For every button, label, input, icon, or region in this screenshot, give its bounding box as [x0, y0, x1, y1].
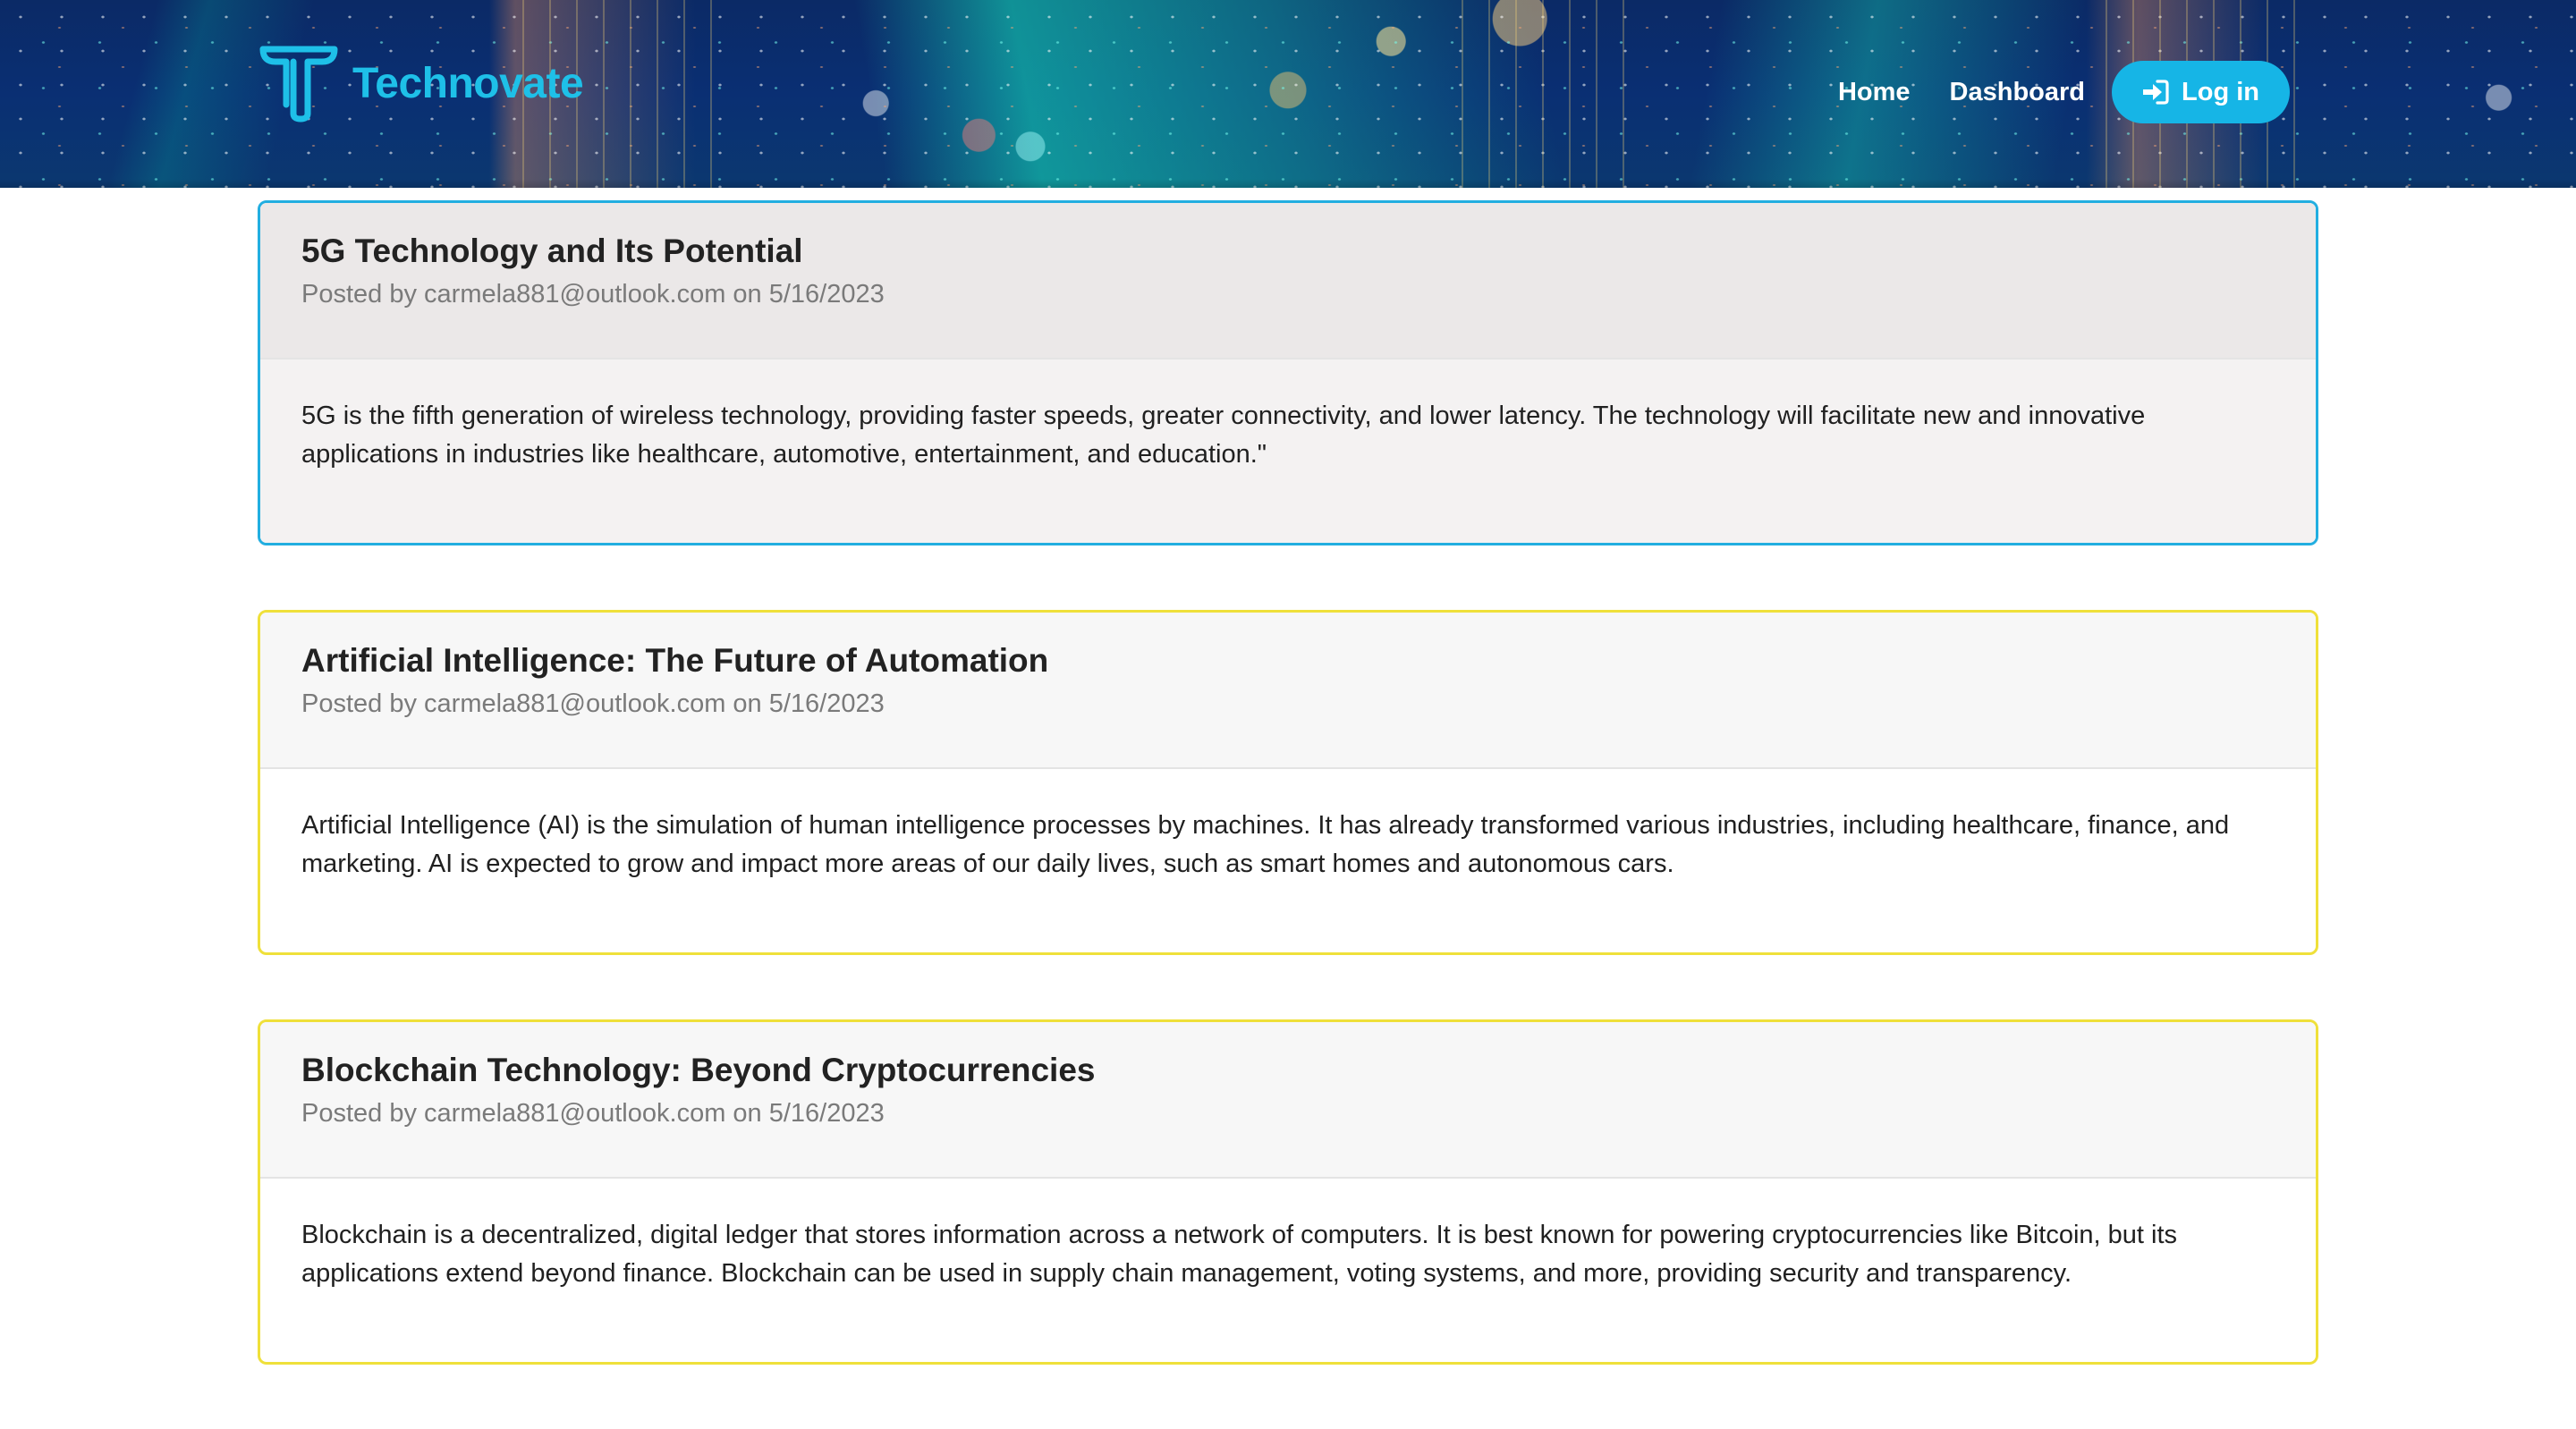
nav-home-link[interactable]: Home [1838, 78, 1911, 107]
post-card[interactable]: 5G Technology and Its Potential Posted b… [258, 200, 2318, 545]
post-meta: Posted by carmela881@outlook.com on 5/16… [301, 689, 885, 718]
t-logo-icon [259, 46, 338, 123]
main-nav: Home Dashboard Log in [1838, 61, 2290, 123]
post-meta: Posted by carmela881@outlook.com on 5/16… [301, 280, 885, 309]
post-title[interactable]: 5G Technology and Its Potential [301, 230, 2275, 273]
post-card[interactable]: Blockchain Technology: Beyond Cryptocurr… [258, 1019, 2318, 1365]
post-title[interactable]: Blockchain Technology: Beyond Cryptocurr… [301, 1049, 2275, 1092]
post-card-header: 5G Technology and Its Potential Posted b… [260, 203, 2316, 359]
post-card[interactable]: Artificial Intelligence: The Future of A… [258, 610, 2318, 955]
post-title[interactable]: Artificial Intelligence: The Future of A… [301, 639, 2275, 682]
login-label: Log in [2182, 77, 2259, 106]
post-body: Artificial Intelligence (AI) is the simu… [301, 811, 2230, 878]
login-button[interactable]: Log in [2112, 61, 2290, 123]
nav-dashboard-link[interactable]: Dashboard [1950, 78, 2085, 107]
site-header: Technovate Home Dashboard Log in [0, 0, 2576, 188]
sign-in-icon [2143, 80, 2169, 105]
post-meta: Posted by carmela881@outlook.com on 5/16… [301, 1099, 885, 1128]
post-body: 5G is the fifth generation of wireless t… [260, 359, 2316, 543]
post-list: 5G Technology and Its Potential Posted b… [258, 200, 2318, 1429]
header-shadow [0, 179, 2576, 188]
post-body: Blockchain is a decentralized, digital l… [301, 1221, 2178, 1288]
brand[interactable]: Technovate [258, 43, 584, 123]
post-card-header: Blockchain Technology: Beyond Cryptocurr… [260, 1022, 2316, 1179]
post-card-header: Artificial Intelligence: The Future of A… [260, 613, 2316, 769]
brand-name: Technovate [352, 59, 584, 107]
